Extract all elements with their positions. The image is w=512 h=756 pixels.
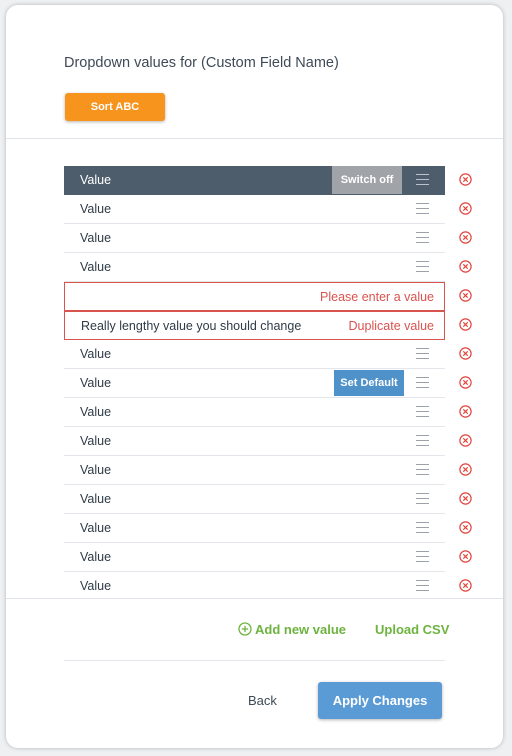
drag-handle-icon[interactable]	[416, 493, 429, 504]
close-circle-icon[interactable]	[459, 405, 472, 418]
close-circle-icon[interactable]	[459, 318, 472, 331]
divider	[64, 660, 445, 661]
close-circle-icon[interactable]	[459, 492, 472, 505]
add-new-value-label: Add new value	[255, 622, 347, 637]
value-text[interactable]: Really lengthy value you should change	[81, 312, 301, 340]
drag-handle-icon[interactable]	[416, 377, 429, 388]
close-circle-icon[interactable]	[459, 347, 472, 360]
sort-abc-button[interactable]: Sort ABC	[65, 93, 165, 121]
value-cell[interactable]: Value	[64, 543, 445, 572]
error-message: Please enter a value	[320, 290, 434, 304]
value-cell[interactable]: Value	[64, 340, 445, 369]
list-item[interactable]: Value	[64, 572, 472, 598]
divider	[6, 598, 503, 599]
error-message: Duplicate value	[348, 319, 434, 333]
value-text[interactable]: Value	[80, 253, 111, 281]
dialog-title: Dropdown values for (Custom Field Name)	[64, 55, 339, 71]
back-link[interactable]: Back	[248, 693, 277, 708]
value-cell[interactable]: Value	[64, 398, 445, 427]
plus-circle-icon	[238, 622, 252, 636]
value-cell[interactable]: Value	[64, 427, 445, 456]
list-item[interactable]: Value	[64, 456, 472, 485]
drag-handle-icon[interactable]	[416, 522, 429, 533]
drag-handle-icon[interactable]	[416, 406, 429, 417]
value-text[interactable]: Value	[80, 543, 111, 571]
add-new-value-link[interactable]: Add new value	[238, 622, 346, 640]
drag-handle-icon[interactable]	[416, 261, 429, 272]
value-cell[interactable]: Please enter a value	[64, 282, 445, 311]
list-item[interactable]: Value	[64, 398, 472, 427]
value-cell[interactable]: Value	[64, 456, 445, 485]
list-item[interactable]: Value	[64, 224, 472, 253]
list-item[interactable]: Value	[64, 485, 472, 514]
list-item[interactable]: Value	[64, 340, 472, 369]
value-text[interactable]: Value	[80, 224, 111, 252]
value-cell[interactable]: Value Switch off	[64, 166, 445, 195]
close-circle-icon[interactable]	[459, 550, 472, 563]
drag-handle-icon[interactable]	[416, 580, 429, 591]
drag-handle-icon[interactable]	[416, 203, 429, 214]
list-item[interactable]: Value	[64, 253, 472, 282]
close-circle-icon[interactable]	[459, 376, 472, 389]
value-cell[interactable]: Value	[64, 485, 445, 514]
list-item[interactable]: Please enter a value	[64, 282, 472, 311]
close-circle-icon[interactable]	[459, 173, 472, 186]
list-item[interactable]: Value	[64, 427, 472, 456]
list-item[interactable]: Value	[64, 195, 472, 224]
set-default-button[interactable]: Set Default	[334, 370, 404, 396]
value-cell[interactable]: Value	[64, 572, 445, 598]
list-item[interactable]: Value Set Default	[64, 369, 472, 398]
values-list[interactable]: Value Switch off Value Value Value Please ent…	[6, 139, 503, 598]
list-item[interactable]: Value	[64, 543, 472, 572]
drag-handle-icon[interactable]	[416, 348, 429, 359]
value-text[interactable]: Value	[80, 369, 111, 397]
value-text[interactable]: Value	[80, 456, 111, 484]
value-cell[interactable]: Value	[64, 514, 445, 543]
drag-handle-icon[interactable]	[416, 232, 429, 243]
value-cell[interactable]: Really lengthy value you should change Du…	[64, 311, 445, 340]
value-text[interactable]: Value	[80, 195, 111, 223]
close-circle-icon[interactable]	[459, 521, 472, 534]
value-text[interactable]: Value	[80, 166, 111, 194]
drag-handle-icon[interactable]	[416, 435, 429, 446]
switch-off-button[interactable]: Switch off	[332, 166, 402, 194]
value-text[interactable]: Value	[80, 485, 111, 513]
value-text[interactable]: Value	[80, 427, 111, 455]
value-text[interactable]: Value	[80, 398, 111, 426]
drag-handle-icon[interactable]	[416, 464, 429, 475]
list-item[interactable]: Really lengthy value you should change Du…	[64, 311, 472, 340]
drag-handle-icon[interactable]	[416, 174, 429, 185]
close-circle-icon[interactable]	[459, 202, 472, 215]
list-item[interactable]: Value Switch off	[64, 166, 472, 195]
value-cell[interactable]: Value	[64, 253, 445, 282]
close-circle-icon[interactable]	[459, 579, 472, 592]
upload-csv-link[interactable]: Upload CSV	[375, 622, 449, 637]
value-cell[interactable]: Value Set Default	[64, 369, 445, 398]
close-circle-icon[interactable]	[459, 231, 472, 244]
value-cell[interactable]: Value	[64, 224, 445, 253]
list-item[interactable]: Value	[64, 514, 472, 543]
apply-changes-button[interactable]: Apply Changes	[318, 682, 442, 719]
value-text[interactable]: Value	[80, 340, 111, 368]
value-cell[interactable]: Value	[64, 195, 445, 224]
close-circle-icon[interactable]	[459, 260, 472, 273]
value-text[interactable]: Value	[80, 572, 111, 598]
close-circle-icon[interactable]	[459, 463, 472, 476]
close-circle-icon[interactable]	[459, 289, 472, 302]
value-text[interactable]: Value	[80, 514, 111, 542]
drag-handle-icon[interactable]	[416, 551, 429, 562]
dropdown-values-dialog: Dropdown values for (Custom Field Name) …	[6, 5, 503, 748]
close-circle-icon[interactable]	[459, 434, 472, 447]
